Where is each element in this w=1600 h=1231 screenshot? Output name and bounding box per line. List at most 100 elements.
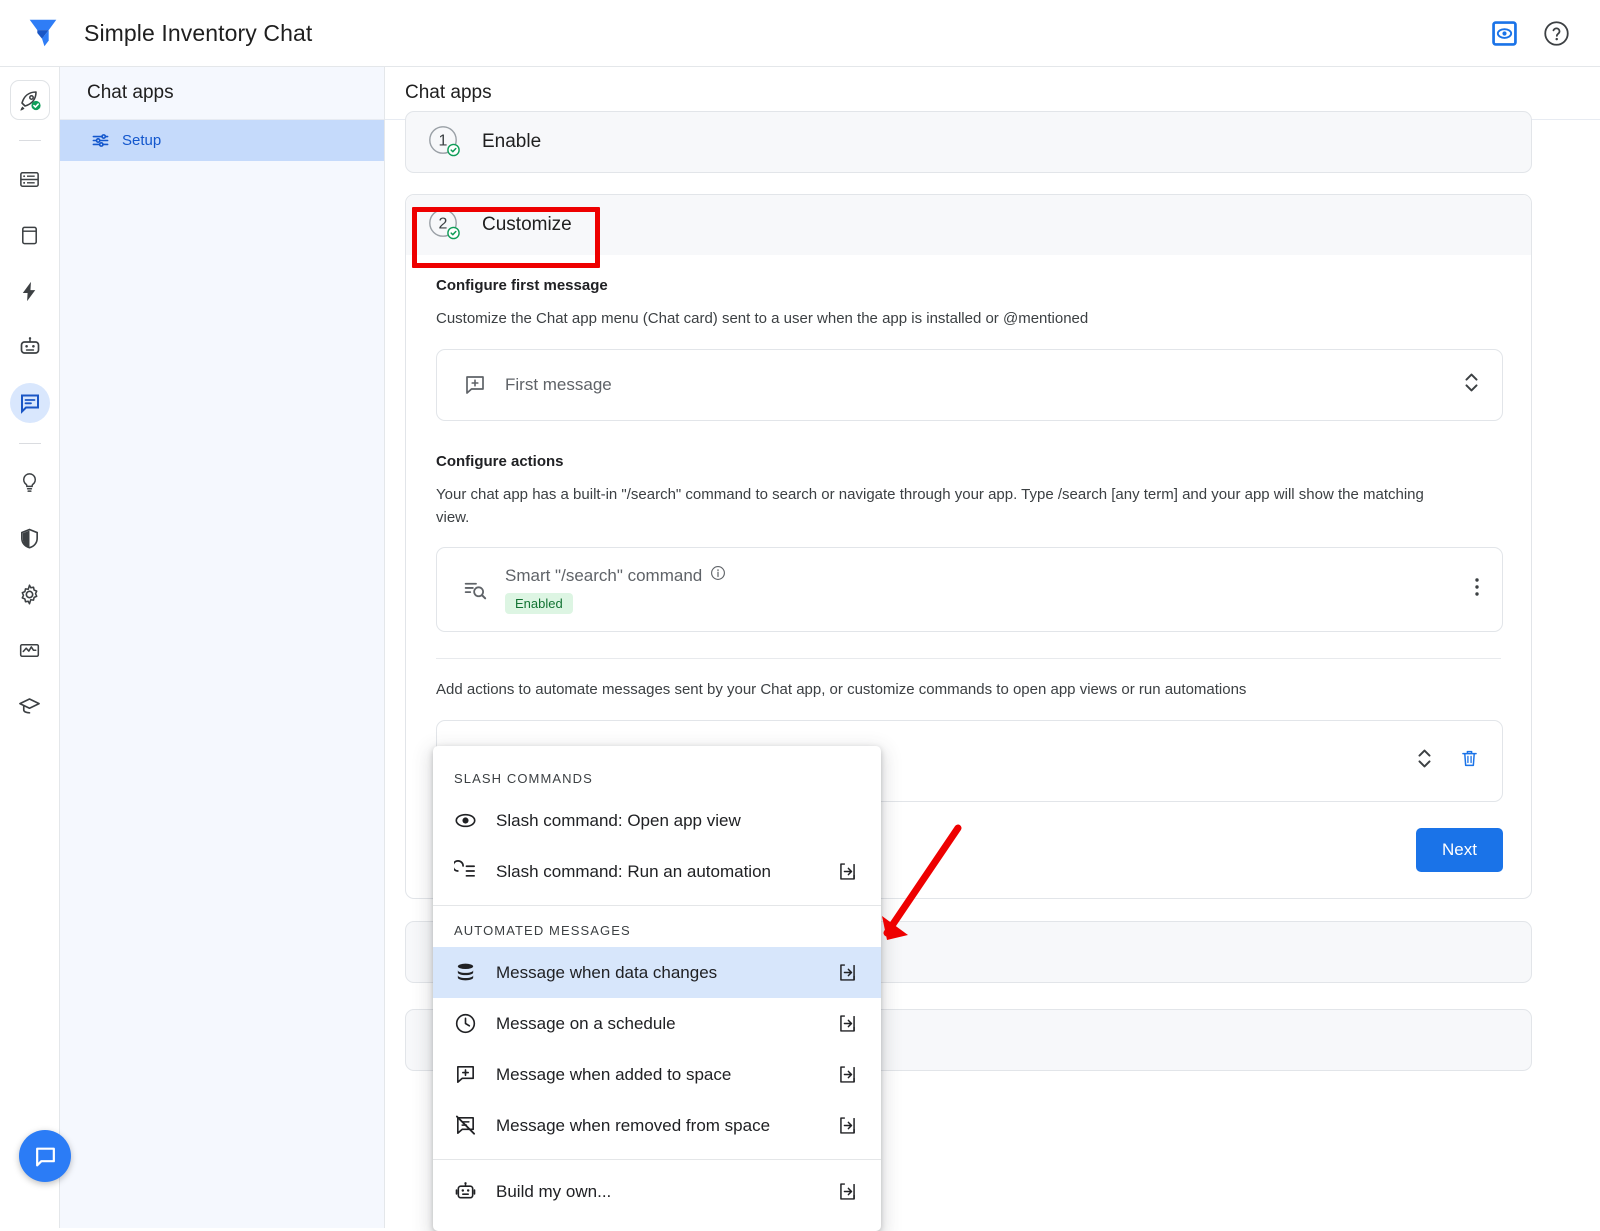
clock-icon bbox=[454, 1012, 478, 1035]
delete-icon[interactable] bbox=[1459, 748, 1480, 774]
menu-item-label: Message on a schedule bbox=[496, 1014, 819, 1034]
bot-icon bbox=[18, 335, 42, 359]
rail-item-intelligence[interactable] bbox=[10, 327, 50, 367]
top-bar-actions bbox=[1492, 20, 1570, 47]
chat-icon bbox=[18, 391, 42, 415]
help-icon[interactable] bbox=[1543, 20, 1570, 47]
first-message-controls bbox=[1463, 370, 1480, 400]
rail-item-data[interactable] bbox=[10, 159, 50, 199]
info-icon[interactable] bbox=[710, 565, 726, 586]
monitor-chart-icon bbox=[18, 639, 41, 662]
configure-actions-description: Your chat app has a built-in "/search" c… bbox=[406, 470, 1496, 530]
step-number-badge-2: 2 bbox=[428, 208, 462, 242]
data-icon bbox=[18, 168, 41, 191]
more-vert-icon[interactable] bbox=[1474, 575, 1480, 604]
add-action-dropdown-menu[interactable]: Slash commands Slash command: Open app v… bbox=[433, 746, 881, 1231]
open-in-icon bbox=[837, 1064, 859, 1085]
menu-section-label-slash-commands: Slash commands bbox=[433, 754, 881, 795]
lightbulb-icon bbox=[18, 471, 41, 494]
subnav-title: Chat apps bbox=[60, 67, 384, 120]
status-badge: Enabled bbox=[505, 593, 573, 614]
menu-item-message-when-data-changes[interactable]: Message when data changes bbox=[433, 947, 881, 998]
first-message-row[interactable]: First message bbox=[436, 349, 1503, 421]
command-list-icon bbox=[454, 860, 478, 883]
add-comment-icon bbox=[463, 373, 497, 397]
bot-icon bbox=[454, 1180, 478, 1203]
rail-divider-bottom bbox=[19, 443, 41, 444]
open-in-icon bbox=[837, 962, 859, 983]
reorder-updown-icon[interactable] bbox=[1463, 370, 1480, 400]
smart-search-main: Smart "/search" command Enabled bbox=[497, 565, 1474, 614]
rail-item-insights[interactable] bbox=[10, 462, 50, 502]
preview-icon[interactable] bbox=[1492, 21, 1517, 46]
menu-item-message-on-a-schedule[interactable]: Message on a schedule bbox=[433, 998, 881, 1049]
app-title: Simple Inventory Chat bbox=[84, 20, 312, 47]
search-list-icon bbox=[463, 577, 497, 602]
add-actions-text: Add actions to automate messages sent by… bbox=[406, 659, 1496, 702]
configure-first-message-heading: Configure first message bbox=[406, 255, 1531, 294]
reorder-updown-icon[interactable] bbox=[1416, 746, 1433, 776]
menu-item-label: Message when added to space bbox=[496, 1065, 819, 1085]
menu-item-build-my-own[interactable]: Build my own... bbox=[433, 1166, 881, 1217]
menu-section-label-automated-messages: Automated messages bbox=[433, 906, 881, 947]
next-button[interactable]: Next bbox=[1416, 828, 1503, 872]
step-label-customize: Customize bbox=[482, 214, 572, 236]
sidebar-item-label: Setup bbox=[122, 132, 161, 149]
first-message-label: First message bbox=[505, 375, 1463, 395]
configure-first-message-description: Customize the Chat app menu (Chat card) … bbox=[406, 294, 1496, 331]
add-comment-icon bbox=[454, 1063, 478, 1086]
rail-item-automation[interactable] bbox=[10, 271, 50, 311]
step-header-enable[interactable]: 1 Enable bbox=[406, 112, 1531, 172]
menu-item-message-when-added-to-space[interactable]: Message when added to space bbox=[433, 1049, 881, 1100]
automation-bolt-icon bbox=[18, 280, 41, 303]
rail-item-learn[interactable] bbox=[10, 686, 50, 726]
graduation-cap-icon bbox=[18, 695, 41, 718]
support-chat-button[interactable] bbox=[19, 1130, 71, 1182]
rail-item-settings[interactable] bbox=[10, 574, 50, 614]
tune-icon bbox=[91, 131, 110, 150]
menu-item-label: Build my own... bbox=[496, 1182, 819, 1202]
svg-text:2: 2 bbox=[439, 216, 448, 233]
sub-navigation: Chat apps Setup bbox=[60, 67, 385, 1228]
menu-item-open-app-view[interactable]: Slash command: Open app view bbox=[433, 795, 881, 846]
chat-icon bbox=[33, 1144, 58, 1169]
rocket-icon bbox=[18, 88, 42, 112]
smart-search-label: Smart "/search" command bbox=[505, 566, 702, 586]
appsheet-logo bbox=[24, 14, 62, 52]
rail-divider-top bbox=[19, 140, 41, 141]
sidebar-item-setup[interactable]: Setup bbox=[60, 120, 384, 161]
rail-item-chat-apps[interactable] bbox=[10, 383, 50, 423]
smart-search-controls bbox=[1474, 575, 1480, 604]
app-device-icon bbox=[18, 224, 41, 247]
action-row-controls bbox=[1416, 746, 1480, 776]
rail-item-monitor[interactable] bbox=[10, 630, 50, 670]
configure-actions-heading: Configure actions bbox=[406, 421, 1531, 470]
rail-item-deploy[interactable] bbox=[10, 80, 50, 120]
menu-item-message-when-removed-from-space[interactable]: Message when removed from space bbox=[433, 1100, 881, 1151]
gear-icon bbox=[18, 583, 41, 606]
menu-item-label: Message when data changes bbox=[496, 963, 819, 983]
smart-search-command-row[interactable]: Smart "/search" command Enabled bbox=[436, 547, 1503, 632]
step-card-enable[interactable]: 1 Enable bbox=[405, 111, 1532, 173]
open-in-icon bbox=[837, 861, 859, 882]
shield-icon bbox=[18, 527, 41, 550]
rail-item-app[interactable] bbox=[10, 215, 50, 255]
menu-item-label: Slash command: Open app view bbox=[496, 811, 819, 831]
open-in-icon bbox=[837, 1115, 859, 1136]
top-bar: Simple Inventory Chat bbox=[0, 0, 1600, 67]
step-header-customize[interactable]: 2 Customize bbox=[406, 195, 1531, 255]
left-rail bbox=[0, 67, 60, 1228]
menu-item-label: Message when removed from space bbox=[496, 1116, 819, 1136]
rail-item-security[interactable] bbox=[10, 518, 50, 558]
comment-off-icon bbox=[454, 1114, 478, 1137]
menu-item-run-an-automation[interactable]: Slash command: Run an automation bbox=[433, 846, 881, 897]
open-in-icon bbox=[837, 1013, 859, 1034]
first-message-main: First message bbox=[497, 375, 1463, 395]
menu-item-label: Slash command: Run an automation bbox=[496, 862, 819, 882]
step-number-badge-1: 1 bbox=[428, 125, 462, 159]
eye-icon bbox=[454, 809, 478, 832]
menu-divider-build bbox=[433, 1159, 881, 1160]
step-label-enable: Enable bbox=[482, 131, 541, 153]
open-in-icon bbox=[837, 1181, 859, 1202]
database-icon bbox=[454, 961, 478, 984]
